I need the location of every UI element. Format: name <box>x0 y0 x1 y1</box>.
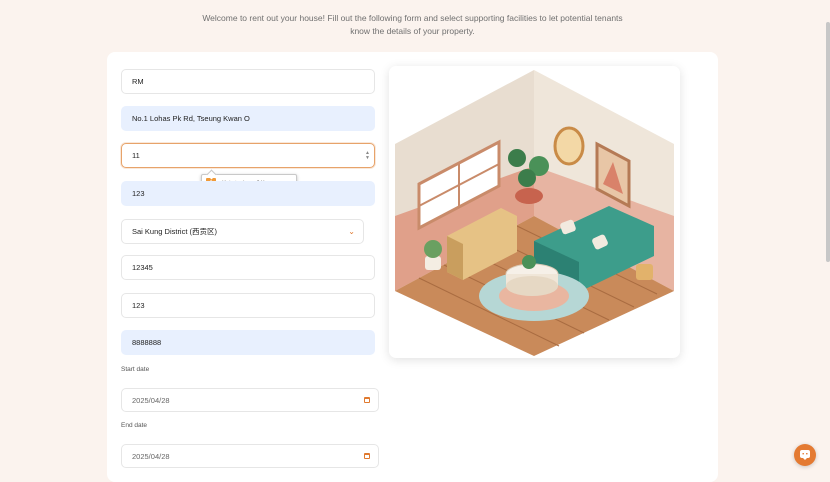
living-room-illustration <box>389 66 680 358</box>
area-input[interactable]: 12345 <box>121 255 375 280</box>
price-input-value: 123 <box>132 301 145 310</box>
start-date-input[interactable]: 2025/04/28 <box>121 388 379 412</box>
price-input[interactable]: 123 <box>121 293 375 318</box>
address-input[interactable]: No.1 Lohas Pk Rd, Tseung Kwan O <box>121 106 375 131</box>
number-stepper-icon[interactable]: ▲ ▼ <box>365 150 370 161</box>
unit-input-value: 123 <box>132 189 145 198</box>
chevron-down-icon: ⌄ <box>348 227 355 236</box>
calendar-icon[interactable] <box>364 453 370 459</box>
start-date-label: Start date <box>121 366 150 373</box>
district-select-value: Sai Kung District (西贡区) <box>132 227 218 236</box>
start-date-value: 2025/04/28 <box>132 395 170 405</box>
area-input-value: 12345 <box>132 263 153 272</box>
phone-input-value: 8888888 <box>132 338 162 347</box>
end-date-input[interactable]: 2025/04/28 <box>121 444 379 468</box>
chat-icon <box>800 450 810 460</box>
scrollbar[interactable] <box>826 22 830 262</box>
room-image <box>395 70 674 356</box>
room-input-value: RM <box>132 77 144 86</box>
unit-input[interactable]: 123 <box>121 181 375 206</box>
phone-input[interactable]: 8888888 <box>121 330 375 355</box>
calendar-icon[interactable] <box>364 397 370 403</box>
end-date-value: 2025/04/28 <box>132 451 170 461</box>
chat-button[interactable] <box>794 444 816 466</box>
room-input[interactable]: RM <box>121 69 375 94</box>
end-date-label: End date <box>121 422 148 429</box>
district-select[interactable]: Sai Kung District (西贡区) ⌄ <box>121 219 364 244</box>
intro-text: Welcome to rent out your house! Fill out… <box>202 13 623 36</box>
floor-number-input[interactable]: 11 ▲ ▼ <box>121 143 375 168</box>
address-input-value: No.1 Lohas Pk Rd, Tseung Kwan O <box>132 114 250 123</box>
floor-input-value: 11 <box>132 151 140 160</box>
